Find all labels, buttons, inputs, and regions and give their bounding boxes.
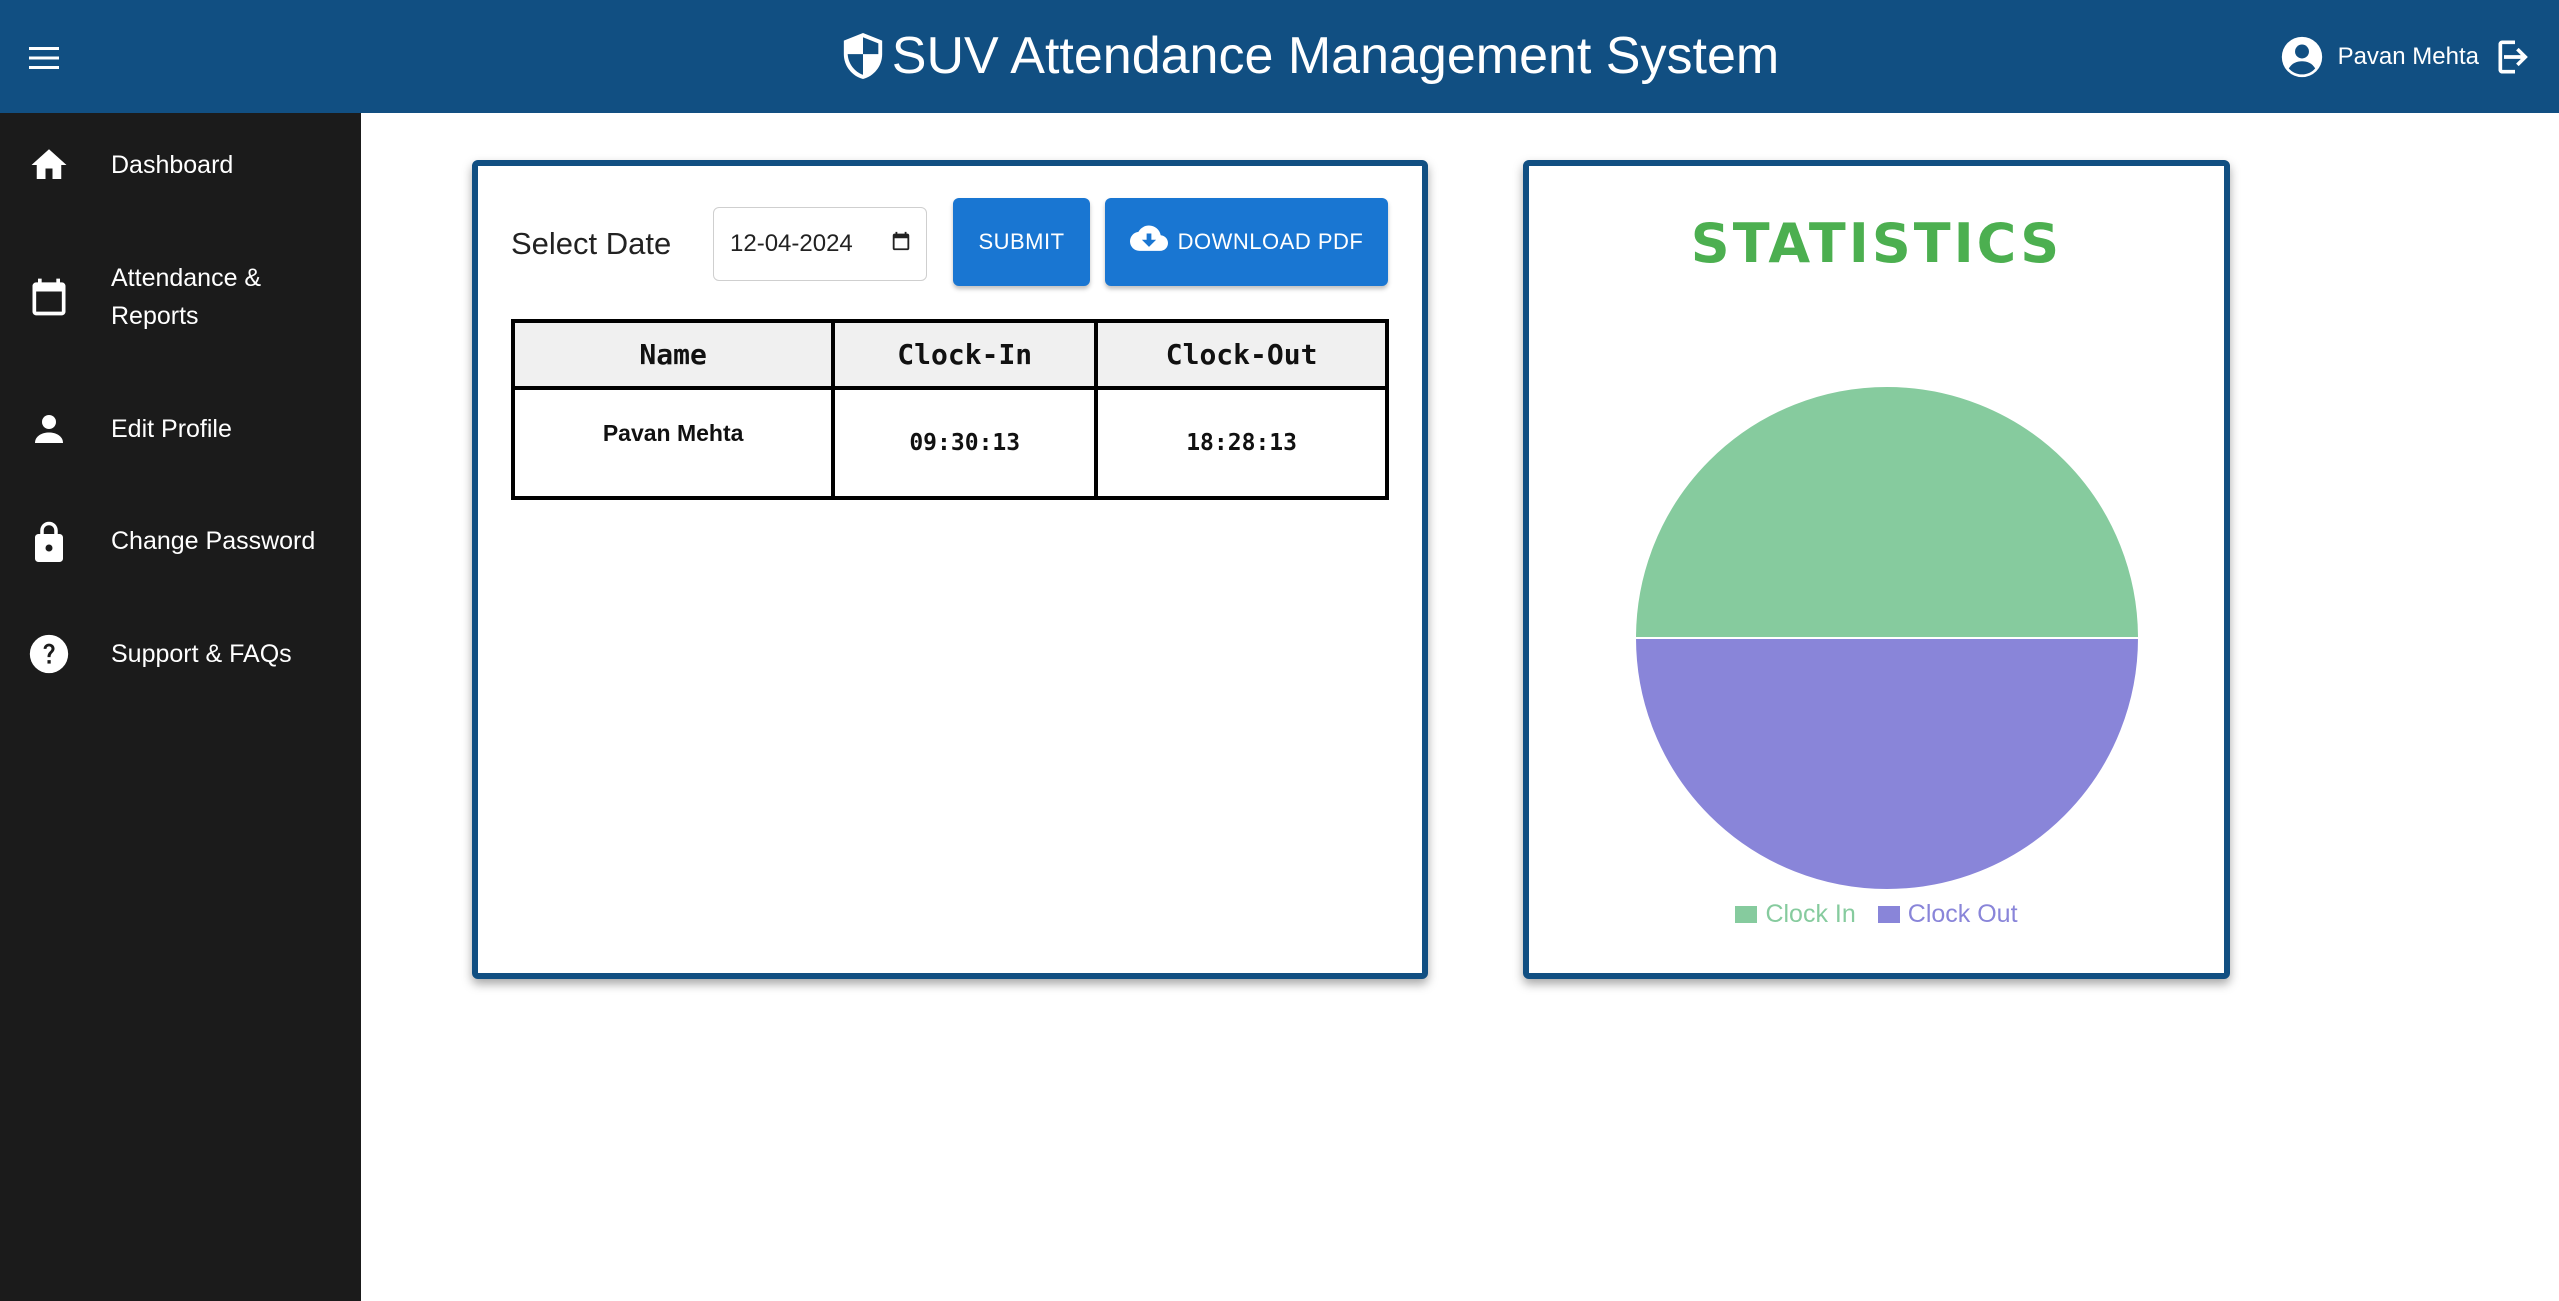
sidebar-item-label: Change Password: [111, 527, 316, 555]
chart-legend: Clock In Clock Out: [1529, 900, 2224, 929]
home-icon: [26, 142, 72, 188]
submit-button[interactable]: SUBMIT: [953, 198, 1090, 286]
calendar-icon: [26, 274, 72, 320]
sidebar-item-dashboard[interactable]: Dashboard: [0, 139, 361, 191]
column-header-clock-in: Clock-In: [831, 319, 1099, 390]
sidebar-item-change-password[interactable]: Change Password: [0, 515, 361, 567]
sidebar-item-attendance-reports[interactable]: Attendance & Reports: [0, 259, 361, 335]
legend-label: Clock In: [1765, 900, 1856, 928]
account-circle-icon[interactable]: [2280, 35, 2324, 79]
sidebar-item-label: Support & FAQs: [111, 640, 292, 668]
sidebar-item-label: Attendance & Reports: [111, 264, 262, 330]
attendance-card: Select Date 12-04-2024 SUBMIT DOWNLOAD P…: [472, 160, 1428, 979]
select-date-label: Select Date: [511, 226, 672, 261]
legend-swatch: [1877, 906, 1900, 923]
app-bar: SUV Attendance Management System Pavan M…: [0, 0, 2559, 113]
calendar-picker-icon[interactable]: [890, 230, 912, 259]
user-area: Pavan Mehta: [2280, 30, 2537, 84]
pie-slice-clock-in[interactable]: [1633, 385, 2141, 639]
name-cell: Pavan Mehta: [510, 386, 836, 500]
user-name: Pavan Mehta: [2337, 43, 2479, 70]
download-pdf-button[interactable]: DOWNLOAD PDF: [1105, 198, 1388, 286]
date-input-value: 12-04-2024: [730, 230, 853, 257]
attendance-table: Name Clock-In Clock-Out Pavan Mehta 09:3…: [510, 319, 1389, 500]
help-icon: [26, 631, 72, 677]
column-header-name: Name: [510, 319, 836, 390]
table-header-row: Name Clock-In Clock-Out: [510, 319, 1389, 390]
sidebar-item-support-faqs[interactable]: Support & FAQs: [0, 628, 361, 680]
legend-item-clock-out[interactable]: Clock Out: [1877, 900, 2018, 929]
clock-in-cell: 09:30:13: [831, 386, 1099, 500]
person-icon: [26, 406, 72, 452]
sidebar-item-label: Dashboard: [111, 151, 234, 179]
clock-out-cell: 18:28:13: [1094, 386, 1389, 500]
app-title: SUV Attendance Management System: [891, 27, 1780, 85]
pie-slice-clock-out[interactable]: [1633, 637, 2141, 891]
legend-label: Clock Out: [1907, 900, 2018, 928]
column-header-clock-out: Clock-Out: [1094, 319, 1389, 390]
statistics-title: STATISTICS: [1690, 212, 2063, 275]
sidebar: Dashboard Attendance & Reports Edit Prof…: [0, 113, 361, 1301]
download-pdf-label: DOWNLOAD PDF: [1177, 229, 1364, 254]
lock-icon: [26, 518, 72, 564]
pie-chart: [1633, 385, 2141, 891]
table-row: Pavan Mehta 09:30:13 18:28:13: [510, 386, 1389, 500]
legend-item-clock-in[interactable]: Clock In: [1735, 900, 1856, 929]
cloud-download-icon: [1129, 224, 1168, 260]
submit-button-label: SUBMIT: [978, 229, 1065, 254]
sidebar-item-edit-profile[interactable]: Edit Profile: [0, 403, 361, 455]
app-title-group: SUV Attendance Management System: [0, 24, 2559, 88]
sidebar-item-label: Edit Profile: [111, 415, 232, 443]
legend-swatch: [1735, 906, 1758, 923]
logout-icon[interactable]: [2493, 35, 2537, 79]
shield-icon: [843, 33, 882, 79]
date-input[interactable]: 12-04-2024: [713, 207, 927, 281]
statistics-card: STATISTICS Clock In Clock Out: [1523, 160, 2230, 979]
